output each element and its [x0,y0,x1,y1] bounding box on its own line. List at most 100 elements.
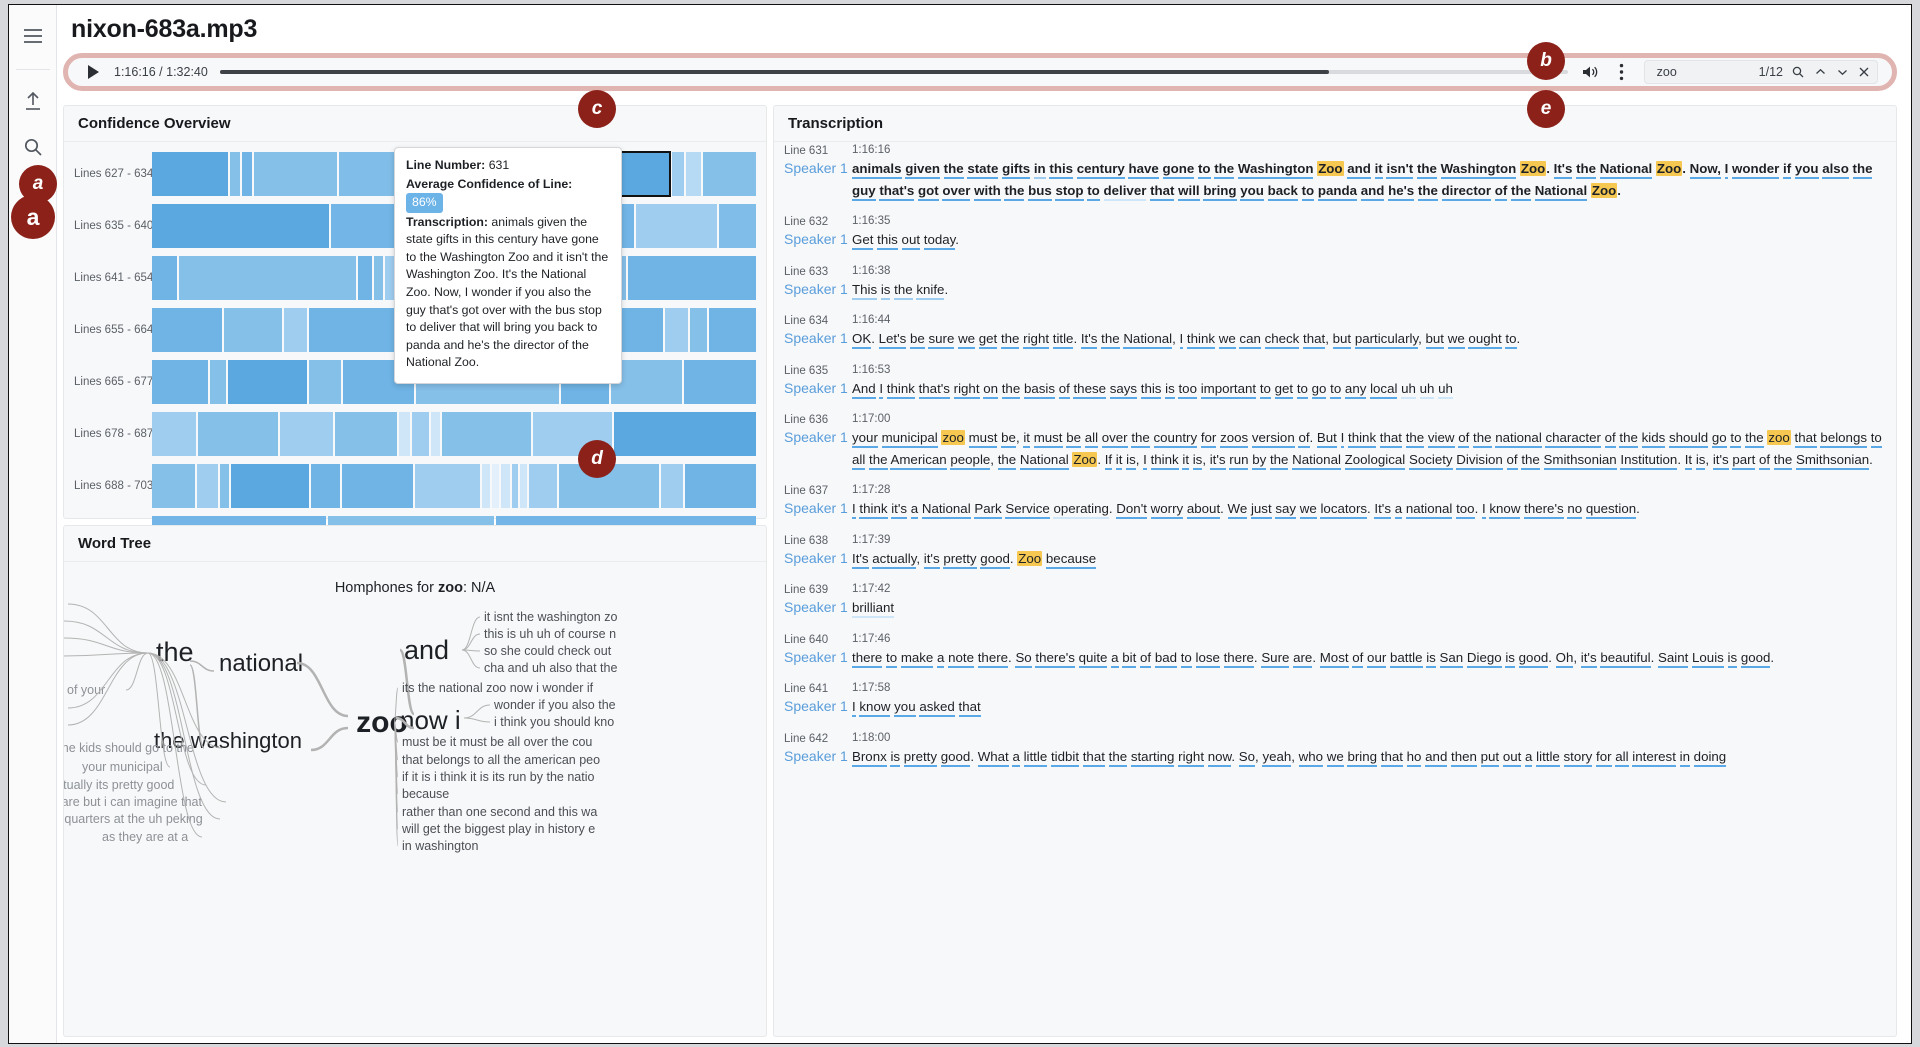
word-tree-left-leaf[interactable]: here they are but i can imagine that [64,795,202,809]
confidence-segment[interactable] [152,412,197,456]
transcription-line[interactable]: Line 631 Speaker 1 1:16:16 animals given th… [784,144,1882,201]
speaker-label[interactable]: Speaker 1 [784,160,852,176]
word-tree-left-node[interactable]: national [219,650,303,677]
confidence-segment[interactable] [374,256,383,300]
confidence-segment[interactable] [411,412,430,456]
word-tree-right-leaf[interactable]: wonder if you also the [493,698,616,712]
confidence-segment[interactable] [242,152,252,196]
confidence-segment[interactable] [358,256,373,300]
confidence-segment[interactable] [284,308,308,352]
confidence-segment[interactable] [685,152,702,196]
confidence-segment[interactable] [664,308,688,352]
confidence-segment[interactable] [152,152,228,196]
transcription-text[interactable]: your municipal zoo must be, it must be a… [852,427,1882,470]
word-tree-right-leaf[interactable]: so she could check out [484,644,612,658]
word-tree-canvas[interactable]: zoothenationalthe washingtonofse)n it ou… [64,590,766,1036]
confidence-segment[interactable] [684,360,756,404]
search-icon[interactable] [1791,65,1805,79]
word-tree-right-leaf[interactable]: will get the biggest play in history e [401,822,595,836]
transcription-text[interactable]: brilliant [852,597,1882,619]
speaker-label[interactable]: Speaker 1 [784,599,852,615]
word-tree-right-leaf[interactable]: i think you should kno [494,715,614,729]
word-tree-left-leaf[interactable]: its actually its pretty good [64,778,174,792]
speaker-label[interactable]: Speaker 1 [784,550,852,566]
confidence-segment[interactable] [684,464,756,508]
confidence-segment[interactable] [511,464,518,508]
confidence-segment[interactable] [341,464,414,508]
confidence-segment[interactable] [223,308,283,352]
prev-match-icon[interactable] [1813,65,1827,79]
confidence-segment[interactable] [719,204,756,248]
next-match-icon[interactable] [1835,65,1849,79]
confidence-segment[interactable] [152,308,222,352]
transcription-line[interactable]: Line 638 Speaker 1 1:17:39 It's actually, i… [784,534,1882,570]
confidence-segment[interactable] [492,464,500,508]
confidence-segment[interactable] [279,412,334,456]
confidence-segment[interactable] [227,360,307,404]
word-tree-right-leaf[interactable]: its the national zoo now i wonder if [402,681,594,695]
confidence-segment[interactable] [442,412,531,456]
speaker-label[interactable]: Speaker 1 [784,698,852,714]
speaker-label[interactable]: Speaker 1 [784,281,852,297]
speaker-label[interactable]: Speaker 1 [784,380,852,396]
word-tree-left-leaf[interactable]: y the headquarters at the uh peking [64,812,203,826]
search-input[interactable] [1654,64,1751,80]
confidence-segment[interactable] [415,464,480,508]
transcription-line[interactable]: Line 639 Speaker 1 1:17:42 brilliant [784,583,1882,619]
word-tree-right-leaf[interactable]: rather than one second and this wa [402,805,597,819]
word-tree-right-leaf[interactable]: this is uh uh of course n [484,627,616,641]
transcription-text[interactable]: there to make a note there. So there's q… [852,647,1882,669]
word-tree-left-leaf[interactable]: as they are at a [102,830,188,844]
confidence-segment[interactable] [431,412,441,456]
speaker-label[interactable]: Speaker 1 [784,330,852,346]
transcription-list[interactable]: Line 631 Speaker 1 1:16:16 animals given th… [774,142,1896,767]
word-tree-right-leaf[interactable]: must be it must be all over the cou [402,735,592,749]
transcription-line[interactable]: Line 632 Speaker 1 1:16:35 Get this out tod… [784,215,1882,251]
confidence-segment[interactable] [614,412,756,456]
close-icon[interactable] [1857,65,1871,79]
speaker-label[interactable]: Speaker 1 [784,500,852,516]
transcription-line[interactable]: Line 635 Speaker 1 1:16:53 And I think that… [784,364,1882,400]
transcription-line[interactable]: Line 634 Speaker 1 1:16:44 OK. Let's be sur… [784,314,1882,350]
word-tree-right-leaf[interactable]: because [402,787,449,801]
speaker-label[interactable]: Speaker 1 [784,429,852,445]
kebab-menu-icon[interactable] [1612,62,1632,82]
confidence-segment[interactable] [152,360,208,404]
confidence-segment[interactable] [703,152,756,196]
transcription-text[interactable]: It's actually, it's pretty good. Zoo bec… [852,548,1882,570]
confidence-segment[interactable] [399,412,410,456]
transcription-text[interactable]: OK. Let's be sure we get the right title… [852,328,1882,350]
word-tree-right-leaf[interactable]: in washington [402,839,478,853]
confidence-segment[interactable] [528,464,558,508]
confidence-segment[interactable] [308,360,341,404]
confidence-segment[interactable] [230,464,310,508]
menu-icon[interactable] [16,19,50,53]
confidence-segment[interactable] [152,464,195,508]
word-tree-right-node[interactable]: now i [400,705,461,735]
confidence-segment[interactable] [661,464,683,508]
confidence-segment[interactable] [311,464,340,508]
confidence-segment[interactable] [253,152,338,196]
transcription-text[interactable]: I know you asked that [852,696,1882,718]
transcription-line[interactable]: Line 636 Speaker 1 1:17:00 your municipal z… [784,413,1882,470]
confidence-segment[interactable] [152,256,177,300]
speaker-label[interactable]: Speaker 1 [784,748,852,764]
transcription-text[interactable]: This is the knife. [852,279,1882,301]
transcription-text[interactable]: Bronx is pretty good. What a little tidb… [852,746,1882,768]
volume-icon[interactable] [1580,62,1600,82]
confidence-segment[interactable] [519,464,527,508]
confidence-segment[interactable] [209,360,226,404]
transcription-text[interactable]: And I think that's right on the basis of… [852,378,1882,400]
speaker-label[interactable]: Speaker 1 [784,231,852,247]
confidence-segment[interactable] [481,464,491,508]
play-button[interactable] [84,63,102,81]
confidence-segment[interactable] [689,308,708,352]
confidence-segment[interactable] [152,204,330,248]
search-icon[interactable] [16,130,50,164]
word-tree-left-leaf[interactable]: your municipal [82,760,163,774]
confidence-segment[interactable] [335,412,397,456]
transcription-line[interactable]: Line 633 Speaker 1 1:16:38 This is the knif… [784,265,1882,301]
confidence-segment[interactable] [229,152,241,196]
transcription-text[interactable]: Get this out today. [852,229,1882,251]
word-tree-left-leaf[interactable]: n it out of your [64,683,105,697]
